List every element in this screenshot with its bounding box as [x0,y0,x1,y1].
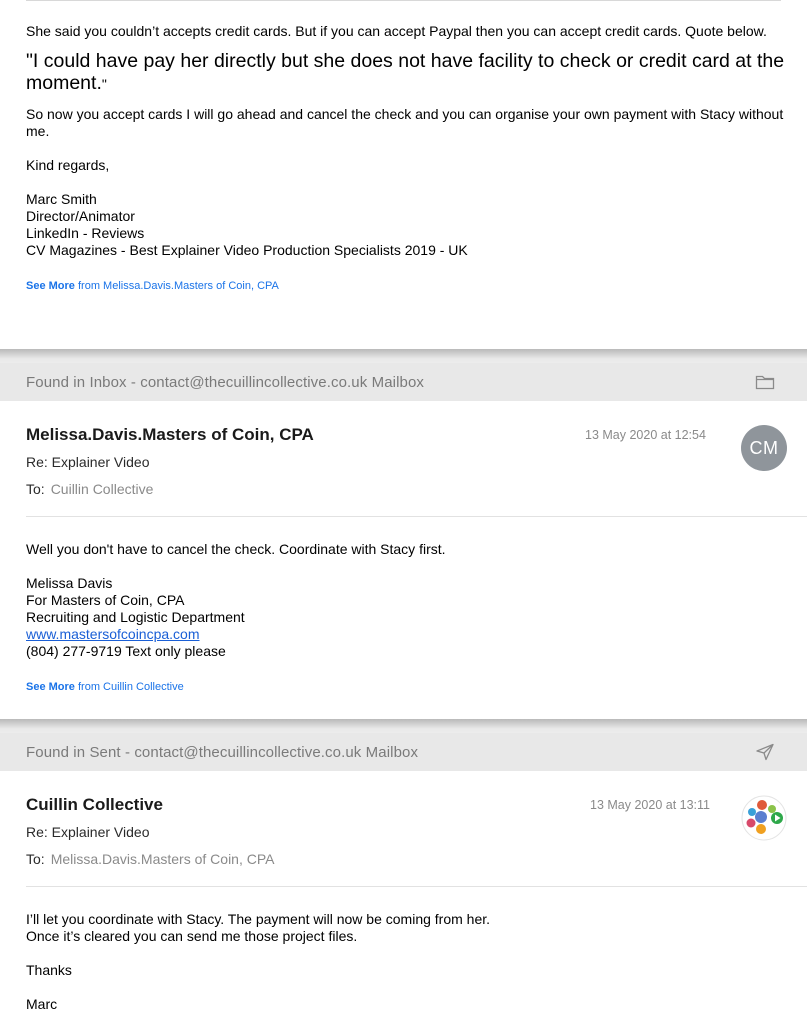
found-in-sent-bar: Found in Sent - contact@thecuillincollec… [0,733,807,771]
see-more-label[interactable]: See More [26,681,75,693]
message-2-body: Well you don't have to cancel the check.… [26,541,786,696]
found-in-inbox-bar: Found in Inbox - contact@thecuillincolle… [0,363,807,401]
see-more-from[interactable]: from Melissa.Davis.Masters of Coin, CPA [78,280,279,292]
header-divider [26,516,807,517]
signature-line: CV Magazines - Best Explainer Video Prod… [26,242,468,258]
website-link-line: www.mastersofcoincpa.com [26,626,786,643]
message-1-body: She said you couldn’t accepts credit car… [26,23,786,295]
quote-body: "I could have pay her directly but she d… [26,50,785,94]
header-divider [26,886,807,887]
phone-line: (804) 277-9719 Text only please [26,643,226,659]
message-paragraph: So now you accept cards I will go ahead … [26,106,784,139]
to-label: To: [26,481,45,497]
folder-icon[interactable] [755,373,775,391]
avatar-logo [741,795,787,841]
message-paragraph: Once it’s cleared you can send me those … [26,928,358,944]
closing-text: Kind regards, [26,157,110,173]
see-more-label[interactable]: See More [26,280,75,292]
signature: Marc Smith Director/Animator LinkedIn - … [26,191,786,259]
avatar-initials: CM [749,437,779,458]
to-line: To: Melissa.Davis.Masters of Coin, CPA [26,851,275,867]
message-paragraph: Well you don't have to cancel the check.… [26,541,446,557]
signature-line: Recruiting and Logistic Department [26,609,245,625]
subject-line: Re: Explainer Video [26,454,150,470]
message-date: 13 May 2020 at 12:54 [585,428,706,442]
section-separator [0,719,807,733]
see-more-from[interactable]: from Cuillin Collective [78,681,184,693]
signature-line: Marc Smith [26,191,97,207]
quoted-text: "I could have pay her directly but she d… [26,50,786,95]
message-paragraph: I’ll let you coordinate with Stacy. The … [26,911,491,927]
sender-signoff: Marc [26,996,58,1012]
see-more-link[interactable]: See More from Cuillin Collective [26,679,786,696]
top-divider [26,0,781,1]
signature-line: For Masters of Coin, CPA [26,592,185,608]
to-line: To: Cuillin Collective [26,481,153,497]
message-3-body: I’ll let you coordinate with Stacy. The … [26,911,786,1013]
signature-line: Melissa Davis [26,575,113,591]
found-in-label: Found in Inbox - contact@thecuillincolle… [26,374,424,391]
sender-name: Melissa.Davis.Masters of Coin, CPA [26,425,314,444]
recipient[interactable]: Melissa.Davis.Masters of Coin, CPA [51,851,275,867]
subject-line: Re: Explainer Video [26,824,150,840]
message-paragraph: She said you couldn’t accepts credit car… [26,23,767,39]
section-separator [0,349,807,363]
to-label: To: [26,851,45,867]
quote-close: " [101,76,107,92]
send-icon[interactable] [755,743,775,761]
found-in-label: Found in Sent - contact@thecuillincollec… [26,744,419,761]
recipient[interactable]: Cuillin Collective [51,481,154,497]
signature: Melissa Davis For Masters of Coin, CPA R… [26,575,786,660]
see-more-link[interactable]: See More from Melissa.Davis.Masters of C… [26,278,786,295]
signature-line: Director/Animator [26,208,135,224]
avatar: CM [741,425,787,471]
website-link[interactable]: www.mastersofcoincpa.com [26,626,200,642]
signature-line: LinkedIn - Reviews [26,225,145,241]
closing-text: Thanks [26,962,72,978]
sender-name: Cuillin Collective [26,795,163,814]
message-date: 13 May 2020 at 13:11 [590,798,710,812]
